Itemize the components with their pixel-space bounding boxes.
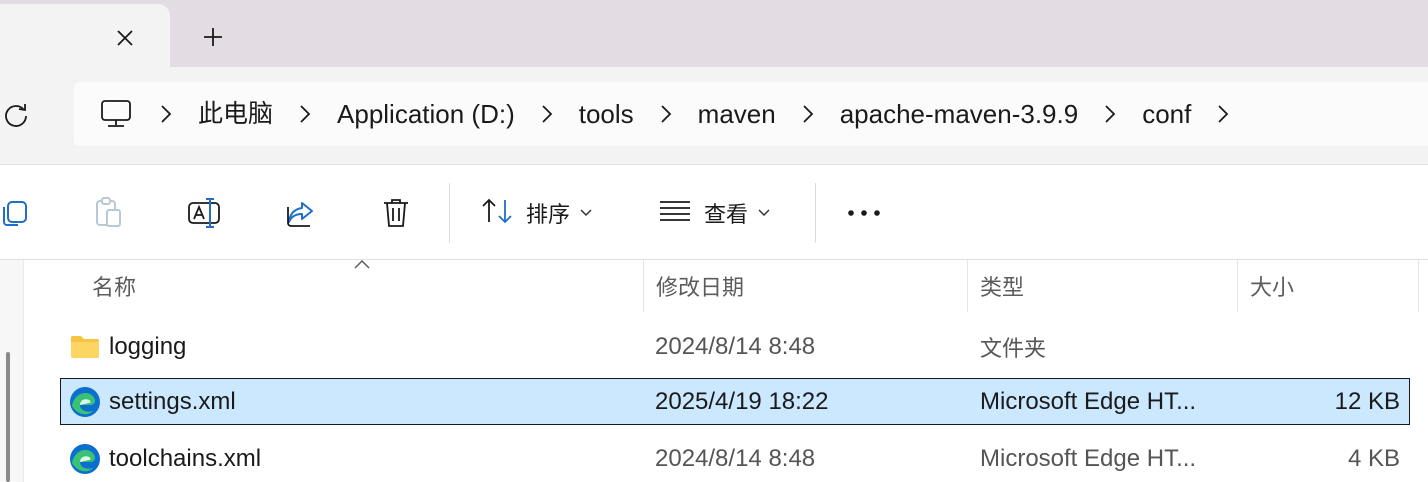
navigation-row: 此电脑 Application (D:) tools maven apache-… [0,67,1428,164]
breadcrumb-apache-maven[interactable]: apache-maven-3.9.9 [838,98,1080,130]
view-button[interactable]: 查看 [658,191,770,235]
folder-icon [68,330,102,364]
view-list-icon [658,199,692,228]
this-pc-icon[interactable] [96,94,136,134]
file-date: 2024/8/14 8:48 [655,444,816,472]
breadcrumb-maven[interactable]: maven [696,98,778,130]
copy-icon[interactable] [0,191,30,235]
plus-icon[interactable] [196,20,230,54]
file-type: 文件夹 [980,336,1047,362]
chevron-right-icon[interactable] [1211,100,1235,128]
sort-button[interactable]: 排序 [480,191,592,235]
chevron-right-icon[interactable] [535,100,559,128]
sort-label: 排序 [526,203,571,228]
column-header-type[interactable]: 类型 [980,260,1024,312]
rename-icon[interactable] [184,191,224,235]
file-row[interactable]: toolchains.xml 2024/8/14 8:48 Microsoft … [60,435,1410,482]
edge-icon [68,385,102,419]
command-separator [815,183,816,243]
view-label: 查看 [704,203,749,228]
file-size: 12 KB [1334,387,1400,415]
more-options-icon[interactable] [844,191,884,235]
refresh-icon[interactable] [0,97,32,133]
breadcrumb-conf[interactable]: conf [1140,98,1193,130]
column-divider[interactable] [1418,260,1419,312]
chevron-down-icon [758,209,770,217]
active-tab[interactable] [0,4,170,67]
file-list: 名称 修改日期 类型 大小 logging 2024/8/14 8:48 文件夹… [0,260,1428,482]
column-header-date[interactable]: 修改日期 [656,260,744,312]
column-divider[interactable] [967,260,968,312]
edge-icon [68,442,102,476]
command-bar: 排序 查看 [0,164,1428,260]
address-bar[interactable]: 此电脑 Application (D:) tools maven apache-… [74,82,1428,146]
sort-icon [480,197,514,230]
file-date: 2025/4/19 18:22 [655,387,829,415]
file-name-cell: logging [68,323,186,370]
breadcrumb-this-pc[interactable]: 此电脑 [196,98,275,130]
breadcrumb-tools[interactable]: tools [577,98,636,130]
file-name-cell: toolchains.xml [68,435,261,482]
file-size: 4 KB [1347,444,1400,472]
chevron-right-icon[interactable] [796,100,820,128]
file-date: 2024/8/14 8:48 [655,332,816,360]
column-header-size[interactable]: 大小 [1250,260,1294,312]
sort-ascending-icon [354,260,370,269]
file-name: toolchains.xml [109,444,262,472]
file-row-selected[interactable]: settings.xml 2025/4/19 18:22 Microsoft E… [60,378,1410,425]
chevron-right-icon[interactable] [1098,100,1122,128]
navigation-pane-edge [0,260,24,482]
chevron-down-icon [580,209,592,217]
command-separator [449,183,450,243]
chevron-right-icon[interactable] [654,100,678,128]
file-type: Microsoft Edge HT... [980,444,1197,472]
file-name: logging [109,332,187,360]
file-name-cell: settings.xml [68,379,236,424]
chevron-right-icon[interactable] [154,100,178,128]
tab-strip [0,0,1428,67]
column-divider[interactable] [1237,260,1238,312]
column-divider[interactable] [643,260,644,312]
file-type: Microsoft Edge HT... [980,387,1197,415]
scrollbar-thumb[interactable] [6,352,10,482]
delete-icon[interactable] [378,191,414,235]
column-header-name[interactable]: 名称 [92,260,136,312]
close-icon[interactable] [109,22,141,54]
file-name: settings.xml [109,387,236,415]
file-row[interactable]: logging 2024/8/14 8:48 文件夹 [60,323,1410,370]
share-icon[interactable] [282,191,320,235]
chevron-right-icon[interactable] [293,100,317,128]
breadcrumb-drive[interactable]: Application (D:) [335,98,517,130]
paste-icon[interactable] [88,191,128,235]
